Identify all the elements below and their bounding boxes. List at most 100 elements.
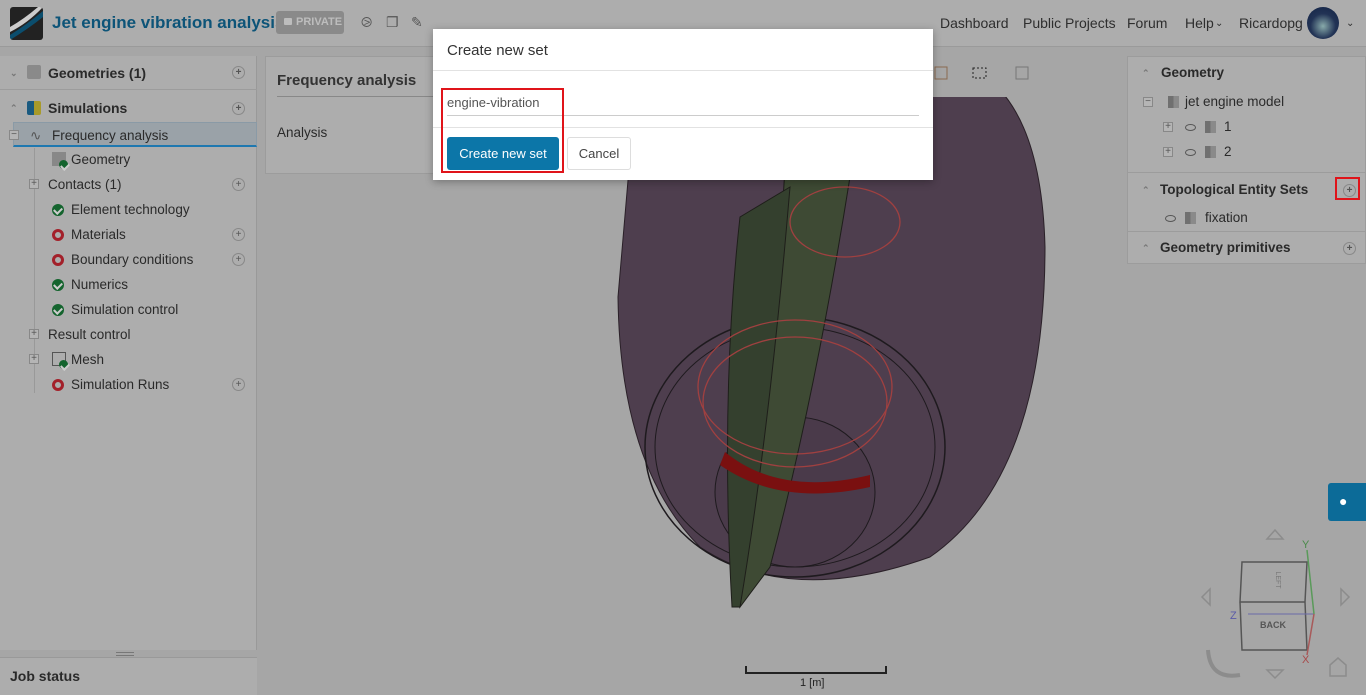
cube-face-left[interactable]: LEFT — [1274, 571, 1281, 589]
tree-simulations[interactable]: ⌃ Simulations + — [0, 94, 257, 122]
add-geometry-button[interactable]: + — [232, 66, 245, 79]
simulations-icon — [27, 101, 41, 115]
resize-handle[interactable] — [116, 652, 134, 656]
tree-item-result-control[interactable]: + Result control — [0, 322, 257, 347]
orientation-gizmo[interactable]: BACK LEFT Z Y X — [1190, 520, 1366, 695]
tree-item-simulation-runs[interactable]: Simulation Runs + — [0, 372, 257, 397]
label: Boundary conditions — [71, 252, 194, 267]
label: Simulations — [48, 100, 128, 116]
collapse-icon[interactable]: − — [9, 130, 19, 140]
simulation-detail-panel: Frequency analysis Analysis — [265, 56, 440, 174]
user-menu-chevron-icon[interactable]: ⌄ — [1346, 18, 1354, 29]
share-icon[interactable]: ⧁ — [361, 14, 372, 31]
check-icon — [52, 304, 64, 316]
label: 2 — [1224, 144, 1232, 159]
eye-icon[interactable] — [1185, 149, 1196, 156]
geometry-part[interactable]: +2 — [1128, 140, 1366, 164]
check-icon — [59, 160, 68, 169]
label: Geometries (1) — [48, 65, 147, 81]
add-material-button[interactable]: + — [232, 228, 245, 241]
tree-item-element-technology[interactable]: Element technology — [0, 197, 257, 222]
chevron-icon: ⌃ — [1142, 243, 1150, 253]
axis-x-label: X — [1302, 654, 1310, 666]
chevron-down-icon[interactable]: ⌄ — [1215, 18, 1223, 29]
eye-icon[interactable] — [1165, 215, 1176, 222]
geometry-cubes-icon — [27, 65, 41, 79]
add-contact-button[interactable]: + — [232, 178, 245, 191]
chevron-icon: ⌃ — [1142, 185, 1150, 195]
expand-icon[interactable]: + — [29, 354, 39, 364]
rotate-right-icon — [1340, 587, 1351, 607]
geometry-header[interactable]: ⌃ Geometry — [1128, 61, 1366, 85]
expand-icon[interactable]: + — [29, 179, 39, 189]
topological-entity-sets-header[interactable]: ⌃ Topological Entity Sets + — [1128, 178, 1366, 202]
user-name[interactable]: Ricardopg — [1239, 15, 1303, 31]
avatar[interactable] — [1307, 7, 1339, 39]
label: fixation — [1205, 210, 1248, 225]
dialog-title: Create new set — [447, 42, 548, 59]
nav-forum[interactable]: Forum — [1127, 15, 1167, 31]
analysis-label[interactable]: Analysis — [277, 125, 327, 140]
tree-item-simulation-control[interactable]: Simulation control — [0, 297, 257, 322]
divider — [1128, 172, 1366, 173]
copy-icon[interactable]: ❐ — [386, 14, 399, 31]
axis-z-label: Z — [1230, 610, 1237, 622]
label: jet engine model — [1185, 94, 1285, 109]
panel-title: Frequency analysis — [277, 72, 417, 89]
chat-icon: ● — [1339, 493, 1348, 509]
tree-item-numerics[interactable]: Numerics — [0, 272, 257, 297]
tree-item-mesh[interactable]: + Mesh — [0, 347, 257, 372]
tree-item-geometry[interactable]: Geometry — [0, 147, 257, 172]
nav-dashboard[interactable]: Dashboard — [940, 15, 1009, 31]
collapse-icon[interactable]: − — [1143, 97, 1153, 107]
tree-frequency-analysis[interactable]: − ∿ Frequency analysis — [9, 122, 257, 147]
face-set-icon — [1185, 212, 1196, 224]
nav-help[interactable]: Help — [1185, 15, 1214, 31]
tree-geometries[interactable]: ⌄ Geometries (1) + — [0, 60, 257, 90]
project-title: Jet engine vibration analysis — [52, 13, 285, 32]
geometry-primitives-header[interactable]: ⌃ Geometry primitives + — [1128, 236, 1366, 260]
edit-icon[interactable]: ✎ — [411, 14, 423, 31]
tree-item-contacts[interactable]: + Contacts (1) + — [0, 172, 257, 197]
expand-icon[interactable]: + — [29, 329, 39, 339]
expand-icon[interactable]: + — [1163, 122, 1173, 132]
label: Materials — [71, 227, 126, 242]
error-circle-icon — [52, 229, 64, 241]
nav-public-projects[interactable]: Public Projects — [1023, 15, 1116, 31]
scale-label: 1 [m] — [800, 677, 825, 689]
expand-icon[interactable]: + — [1163, 147, 1173, 157]
model-icon — [1168, 96, 1179, 108]
view-cube[interactable] — [1239, 561, 1308, 651]
cancel-button[interactable]: Cancel — [567, 137, 631, 170]
tree-item-materials[interactable]: Materials + — [0, 222, 257, 247]
eye-icon[interactable] — [1185, 124, 1196, 131]
add-primitive-button[interactable]: + — [1343, 242, 1356, 255]
check-icon — [52, 279, 64, 291]
geometry-part[interactable]: +1 — [1128, 115, 1366, 139]
label: Result control — [48, 327, 131, 342]
divider — [433, 70, 933, 71]
error-circle-icon — [52, 254, 64, 266]
solid-icon — [1205, 121, 1216, 133]
geometry-panel: ⌃ Geometry − jet engine model +1 +2 ⌃ Topol… — [1127, 56, 1366, 264]
app-logo[interactable] — [10, 7, 43, 40]
cube-face-back[interactable]: BACK — [1260, 620, 1286, 630]
highlight-box — [441, 88, 564, 173]
check-icon — [52, 204, 64, 216]
scale-bar — [745, 666, 887, 674]
label: Numerics — [71, 277, 129, 292]
solid-icon — [1205, 146, 1216, 158]
label: Element technology — [71, 202, 190, 217]
add-run-button[interactable]: + — [232, 378, 245, 391]
label: 1 — [1224, 119, 1232, 134]
geometry-model[interactable]: − jet engine model — [1128, 90, 1366, 114]
add-simulation-button[interactable]: + — [232, 102, 245, 115]
add-boundary-condition-button[interactable]: + — [232, 253, 245, 266]
set-item[interactable]: fixation — [1128, 206, 1366, 230]
label: Contacts (1) — [48, 177, 122, 192]
rotate-left-icon — [1200, 587, 1211, 607]
tree-item-boundary-conditions[interactable]: Boundary conditions + — [0, 247, 257, 272]
chat-button[interactable]: ● — [1328, 483, 1366, 521]
job-status-panel[interactable]: Job status — [0, 657, 257, 695]
private-badge: PRIVATE — [276, 11, 344, 34]
